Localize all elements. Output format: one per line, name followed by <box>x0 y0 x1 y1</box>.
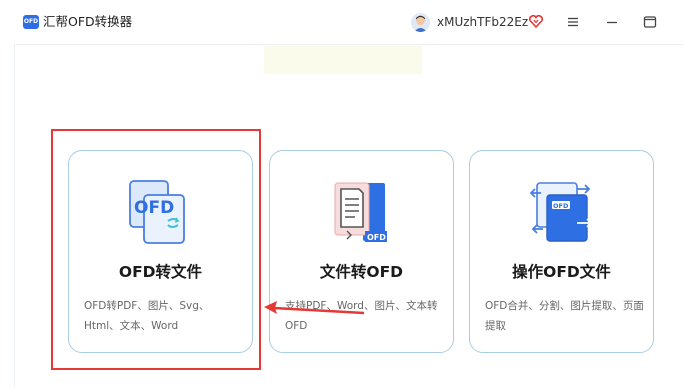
username[interactable]: xMUzhTFb22Ez <box>437 15 528 30</box>
menu-icon[interactable] <box>564 13 582 31</box>
svg-text:OFD: OFD <box>553 202 569 210</box>
highlight-box <box>51 129 261 370</box>
file-to-ofd-card[interactable]: OFD 文件转OFD 支持PDF、Word、图片、文本转OFD <box>269 150 454 353</box>
document-to-ofd-icon: OFD <box>327 179 397 245</box>
card-description: OFD合并、分割、图片提取、页面提取 <box>485 300 644 332</box>
heart-diamond-icon[interactable] <box>528 13 544 29</box>
title-bar: OFD 汇帮OFD转换器 xMUzhTFb22Ez <box>0 0 684 44</box>
card-title: 操作OFD文件 <box>512 263 611 281</box>
watermark <box>264 46 422 74</box>
ofd-operations-icon: OFD <box>527 179 597 245</box>
user-avatar[interactable] <box>411 13 430 32</box>
app-title: 汇帮OFD转换器 <box>43 14 133 29</box>
svg-text:OFD: OFD <box>367 233 386 242</box>
maximize-icon[interactable] <box>641 13 659 31</box>
minimize-icon[interactable] <box>603 13 621 31</box>
app-logo-icon: OFD <box>23 15 39 29</box>
card-title: 文件转OFD <box>319 263 404 281</box>
arrow-icon <box>262 299 366 319</box>
ofd-operations-card[interactable]: OFD 操作OFD文件 OFD合并、分割、图片提取、页面提取 <box>469 150 654 353</box>
